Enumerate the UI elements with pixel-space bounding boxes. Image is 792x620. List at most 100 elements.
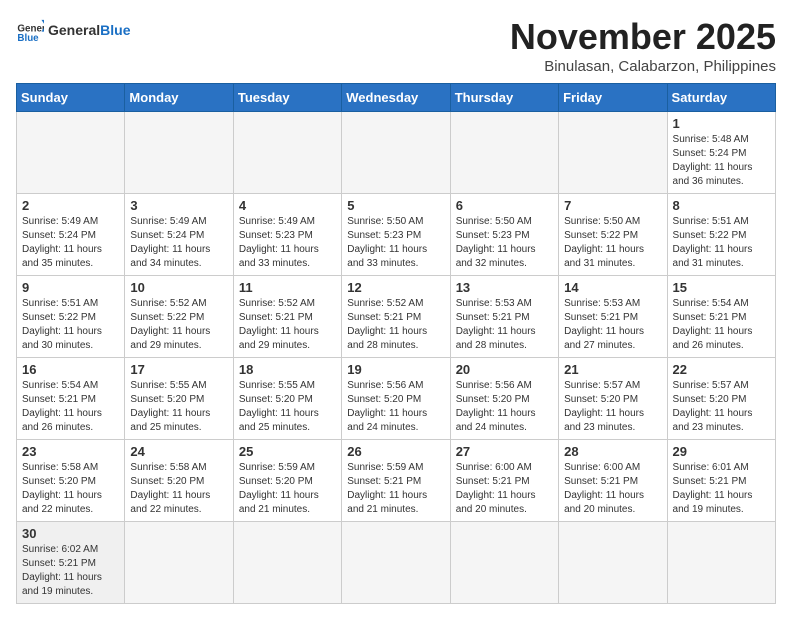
calendar-day-cell: 11 Sunrise: 5:52 AM Sunset: 5:21 PM Dayli…	[233, 276, 341, 358]
calendar-day-cell: 19Sunrise: 5:56 AM Sunset: 5:20 PM Dayli…	[342, 358, 450, 440]
day-info: Sunrise: 5:48 AM Sunset: 5:24 PM Dayligh…	[673, 133, 770, 189]
calendar-table: SundayMondayTuesdayWednesdayThursdayFrid…	[16, 83, 776, 604]
calendar-day-cell	[559, 522, 667, 604]
day-number: 14	[564, 280, 661, 295]
day-info: Sunrise: 5:50 AM Sunset: 5:23 PM Dayligh…	[347, 215, 444, 271]
calendar-day-cell: 2 Sunrise: 5:49 AM Sunset: 5:24 PM Daylig…	[17, 194, 125, 276]
calendar-day-cell	[450, 112, 558, 194]
day-info: Sunrise: 5:57 AM Sunset: 5:20 PM Dayligh…	[673, 379, 770, 435]
weekday-header: Saturday	[667, 84, 775, 112]
calendar-day-cell	[667, 522, 775, 604]
day-info: Sunrise: 5:52 AM Sunset: 5:21 PM Dayligh…	[239, 297, 336, 353]
day-number: 25	[239, 444, 336, 459]
weekday-header: Tuesday	[233, 84, 341, 112]
title-section: November 2025 Binulasan, Calabarzon, Phi…	[510, 16, 776, 75]
calendar-day-cell: 22Sunrise: 5:57 AM Sunset: 5:20 PM Dayli…	[667, 358, 775, 440]
calendar-day-cell	[233, 112, 341, 194]
calendar-week-row: 2 Sunrise: 5:49 AM Sunset: 5:24 PM Daylig…	[17, 194, 776, 276]
day-number: 13	[456, 280, 553, 295]
calendar-week-row: 23Sunrise: 5:58 AM Sunset: 5:20 PM Dayli…	[17, 440, 776, 522]
calendar-day-cell: 14 Sunrise: 5:53 AM Sunset: 5:21 PM Dayli…	[559, 276, 667, 358]
header: General Blue GeneralBlue November 2025 B…	[16, 16, 776, 75]
day-info: Sunrise: 5:53 AM Sunset: 5:21 PM Dayligh…	[564, 297, 661, 353]
calendar-day-cell: 23Sunrise: 5:58 AM Sunset: 5:20 PM Dayli…	[17, 440, 125, 522]
day-number: 4	[239, 198, 336, 213]
calendar-day-cell: 5 Sunrise: 5:50 AM Sunset: 5:23 PM Daylig…	[342, 194, 450, 276]
day-number: 16	[22, 362, 119, 377]
calendar-day-cell: 10Sunrise: 5:52 AM Sunset: 5:22 PM Dayli…	[125, 276, 233, 358]
day-info: Sunrise: 5:59 AM Sunset: 5:20 PM Dayligh…	[239, 461, 336, 517]
day-number: 29	[673, 444, 770, 459]
day-number: 28	[564, 444, 661, 459]
day-number: 27	[456, 444, 553, 459]
day-number: 3	[130, 198, 227, 213]
weekday-header: Wednesday	[342, 84, 450, 112]
day-info: Sunrise: 5:54 AM Sunset: 5:21 PM Dayligh…	[22, 379, 119, 435]
calendar-week-row: 9 Sunrise: 5:51 AM Sunset: 5:22 PM Daylig…	[17, 276, 776, 358]
day-info: Sunrise: 5:58 AM Sunset: 5:20 PM Dayligh…	[22, 461, 119, 517]
calendar-day-cell: 26 Sunrise: 5:59 AM Sunset: 5:21 PM Dayli…	[342, 440, 450, 522]
logo-text: GeneralBlue	[48, 22, 130, 38]
calendar-day-cell: 20 Sunrise: 5:56 AM Sunset: 5:20 PM Dayli…	[450, 358, 558, 440]
day-info: Sunrise: 6:00 AM Sunset: 5:21 PM Dayligh…	[564, 461, 661, 517]
calendar-day-cell: 15 Sunrise: 5:54 AM Sunset: 5:21 PM Dayli…	[667, 276, 775, 358]
calendar-day-cell: 21 Sunrise: 5:57 AM Sunset: 5:20 PM Dayli…	[559, 358, 667, 440]
day-number: 8	[673, 198, 770, 213]
calendar-day-cell: 29 Sunrise: 6:01 AM Sunset: 5:21 PM Dayli…	[667, 440, 775, 522]
day-number: 21	[564, 362, 661, 377]
day-number: 2	[22, 198, 119, 213]
calendar-day-cell: 9 Sunrise: 5:51 AM Sunset: 5:22 PM Daylig…	[17, 276, 125, 358]
day-info: Sunrise: 6:00 AM Sunset: 5:21 PM Dayligh…	[456, 461, 553, 517]
day-info: Sunrise: 5:55 AM Sunset: 5:20 PM Dayligh…	[239, 379, 336, 435]
day-info: Sunrise: 5:57 AM Sunset: 5:20 PM Dayligh…	[564, 379, 661, 435]
day-info: Sunrise: 5:51 AM Sunset: 5:22 PM Dayligh…	[673, 215, 770, 271]
day-number: 10	[130, 280, 227, 295]
day-number: 6	[456, 198, 553, 213]
day-number: 15	[673, 280, 770, 295]
calendar-day-cell	[342, 522, 450, 604]
day-number: 20	[456, 362, 553, 377]
day-number: 12	[347, 280, 444, 295]
day-number: 19	[347, 362, 444, 377]
day-number: 5	[347, 198, 444, 213]
calendar-day-cell: 4 Sunrise: 5:49 AM Sunset: 5:23 PM Daylig…	[233, 194, 341, 276]
day-info: Sunrise: 6:01 AM Sunset: 5:21 PM Dayligh…	[673, 461, 770, 517]
svg-text:Blue: Blue	[17, 33, 39, 44]
day-number: 18	[239, 362, 336, 377]
day-info: Sunrise: 5:50 AM Sunset: 5:22 PM Dayligh…	[564, 215, 661, 271]
calendar-day-cell: 1Sunrise: 5:48 AM Sunset: 5:24 PM Daylig…	[667, 112, 775, 194]
calendar-day-cell: 13 Sunrise: 5:53 AM Sunset: 5:21 PM Dayli…	[450, 276, 558, 358]
calendar-day-cell: 3Sunrise: 5:49 AM Sunset: 5:24 PM Daylig…	[125, 194, 233, 276]
calendar-day-cell: 7 Sunrise: 5:50 AM Sunset: 5:22 PM Daylig…	[559, 194, 667, 276]
calendar-day-cell: 16 Sunrise: 5:54 AM Sunset: 5:21 PM Dayli…	[17, 358, 125, 440]
day-info: Sunrise: 5:49 AM Sunset: 5:24 PM Dayligh…	[22, 215, 119, 271]
generalblue-logo-icon: General Blue	[16, 16, 44, 44]
day-info: Sunrise: 5:55 AM Sunset: 5:20 PM Dayligh…	[130, 379, 227, 435]
day-info: Sunrise: 5:51 AM Sunset: 5:22 PM Dayligh…	[22, 297, 119, 353]
logo: General Blue GeneralBlue	[16, 16, 130, 44]
day-number: 9	[22, 280, 119, 295]
day-number: 11	[239, 280, 336, 295]
calendar-day-cell	[125, 112, 233, 194]
calendar-day-cell: 8 Sunrise: 5:51 AM Sunset: 5:22 PM Daylig…	[667, 194, 775, 276]
day-info: Sunrise: 5:56 AM Sunset: 5:20 PM Dayligh…	[456, 379, 553, 435]
calendar-day-cell: 17Sunrise: 5:55 AM Sunset: 5:20 PM Dayli…	[125, 358, 233, 440]
calendar-day-cell: 28 Sunrise: 6:00 AM Sunset: 5:21 PM Dayli…	[559, 440, 667, 522]
calendar-day-cell	[342, 112, 450, 194]
day-info: Sunrise: 5:49 AM Sunset: 5:23 PM Dayligh…	[239, 215, 336, 271]
location: Binulasan, Calabarzon, Philippines	[510, 58, 776, 75]
day-info: Sunrise: 5:50 AM Sunset: 5:23 PM Dayligh…	[456, 215, 553, 271]
calendar-day-cell	[559, 112, 667, 194]
calendar-day-cell: 12Sunrise: 5:52 AM Sunset: 5:21 PM Dayli…	[342, 276, 450, 358]
calendar-day-cell: 25 Sunrise: 5:59 AM Sunset: 5:20 PM Dayli…	[233, 440, 341, 522]
day-info: Sunrise: 6:02 AM Sunset: 5:21 PM Dayligh…	[22, 543, 119, 599]
day-number: 7	[564, 198, 661, 213]
calendar-day-cell: 6 Sunrise: 5:50 AM Sunset: 5:23 PM Daylig…	[450, 194, 558, 276]
day-info: Sunrise: 5:53 AM Sunset: 5:21 PM Dayligh…	[456, 297, 553, 353]
calendar-day-cell: 18 Sunrise: 5:55 AM Sunset: 5:20 PM Dayli…	[233, 358, 341, 440]
day-number: 24	[130, 444, 227, 459]
day-info: Sunrise: 5:54 AM Sunset: 5:21 PM Dayligh…	[673, 297, 770, 353]
day-number: 26	[347, 444, 444, 459]
calendar-day-cell	[450, 522, 558, 604]
day-info: Sunrise: 5:59 AM Sunset: 5:21 PM Dayligh…	[347, 461, 444, 517]
